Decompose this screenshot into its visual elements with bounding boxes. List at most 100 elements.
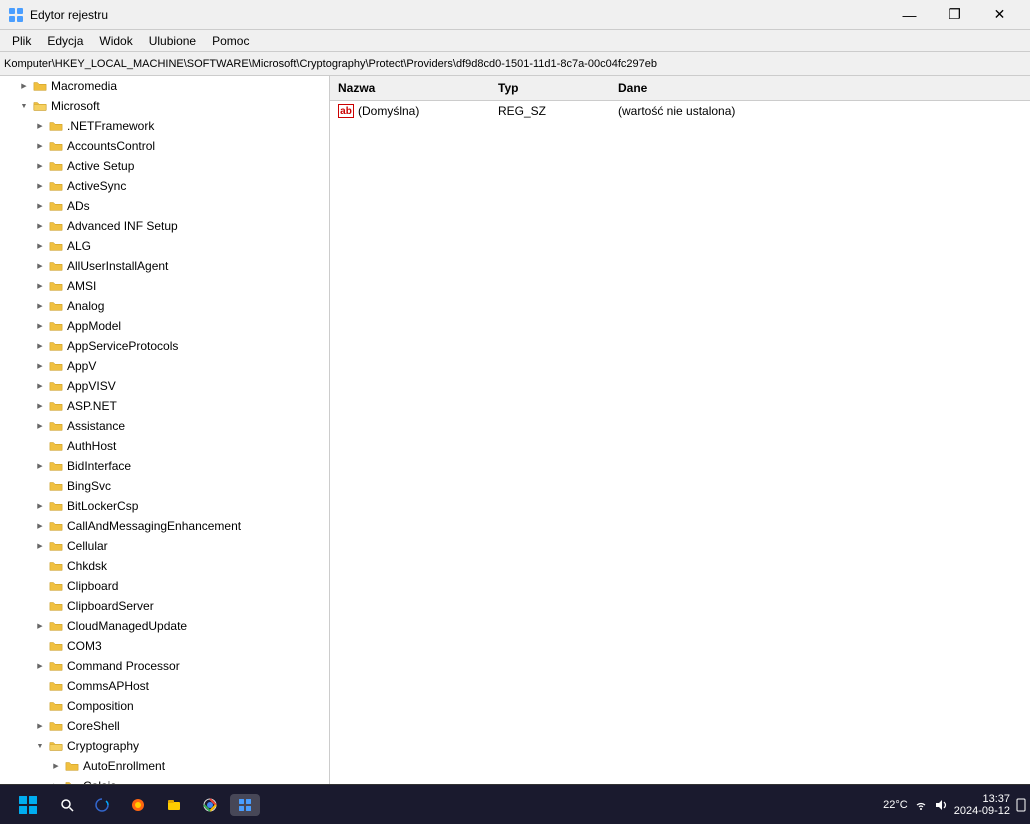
expand-btn-advanced-inf-setup[interactable] <box>32 218 48 234</box>
expand-btn-bidinterface[interactable] <box>32 458 48 474</box>
expand-btn-appvisv[interactable] <box>32 378 48 394</box>
tree-item-amsi[interactable]: AMSI <box>0 276 329 296</box>
tree-item-clipboardserver[interactable]: ClipboardServer <box>0 596 329 616</box>
expand-btn-cryptography[interactable] <box>32 738 48 754</box>
tree-item-command-processor[interactable]: Command Processor <box>0 656 329 676</box>
tree-item-callandmessagingenhancement[interactable]: CallAndMessagingEnhancement <box>0 516 329 536</box>
tree-item-appv[interactable]: AppV <box>0 356 329 376</box>
expand-btn-netframework[interactable] <box>32 118 48 134</box>
maximize-button[interactable]: ❐ <box>932 0 977 30</box>
tree-item-ads[interactable]: ADs <box>0 196 329 216</box>
tree-item-microsoft[interactable]: Microsoft <box>0 96 329 116</box>
detail-data: (wartość nie ustalona) <box>610 103 1030 119</box>
expand-btn-appv[interactable] <box>32 358 48 374</box>
minimize-button[interactable]: — <box>887 0 932 30</box>
tree-label-alluserinstallagent: AllUserInstallAgent <box>67 259 168 273</box>
tree-item-appmodel[interactable]: AppModel <box>0 316 329 336</box>
expand-btn-macromedia[interactable] <box>16 78 32 94</box>
tree-label-autoenrollment: AutoEnrollment <box>83 759 165 773</box>
menu-ulubione[interactable]: Ulubione <box>141 32 204 50</box>
tree-item-advanced-inf-setup[interactable]: Advanced INF Setup <box>0 216 329 236</box>
expand-btn-autoenrollment[interactable] <box>48 758 64 774</box>
expand-btn-active-setup[interactable] <box>32 158 48 174</box>
expand-btn-activesync[interactable] <box>32 178 48 194</box>
expand-btn-amsi[interactable] <box>32 278 48 294</box>
close-button[interactable]: ✕ <box>977 0 1022 30</box>
tree-label-analog: Analog <box>67 299 104 313</box>
start-button[interactable] <box>4 787 52 823</box>
menu-plik[interactable]: Plik <box>4 32 39 50</box>
expand-btn-analog[interactable] <box>32 298 48 314</box>
tree-item-coreshell[interactable]: CoreShell <box>0 716 329 736</box>
tree-item-autoenrollment[interactable]: AutoEnrollment <box>0 756 329 776</box>
show-desktop-icon[interactable] <box>1016 798 1026 812</box>
tree-item-commsaphost[interactable]: CommsAPHost <box>0 676 329 696</box>
col-type[interactable]: Typ <box>490 79 610 97</box>
tree-item-cryptography[interactable]: Cryptography <box>0 736 329 756</box>
taskbar-search[interactable] <box>52 794 82 816</box>
expand-btn-alg[interactable] <box>32 238 48 254</box>
tree-item-authhost[interactable]: AuthHost <box>0 436 329 456</box>
tree-label-command-processor: Command Processor <box>67 659 180 673</box>
expand-btn-microsoft[interactable] <box>16 98 32 114</box>
expand-btn-alluserinstallagent[interactable] <box>32 258 48 274</box>
taskbar-edge[interactable] <box>86 793 118 817</box>
tree-item-composition[interactable]: Composition <box>0 696 329 716</box>
expand-btn-coreshell[interactable] <box>32 718 48 734</box>
tree-item-cellular[interactable]: Cellular <box>0 536 329 556</box>
detail-header: Nazwa Typ Dane <box>330 76 1030 101</box>
expand-btn-cellular[interactable] <box>32 538 48 554</box>
expand-btn-command-processor[interactable] <box>32 658 48 674</box>
taskbar-firefox[interactable] <box>122 793 154 817</box>
tree-item-cloudmanagedupdate[interactable]: CloudManagedUpdate <box>0 616 329 636</box>
tree-item-activesync[interactable]: ActiveSync <box>0 176 329 196</box>
folder-icon-cloudmanagedupdate <box>48 618 64 634</box>
tree-item-appserviceprotocols[interactable]: AppServiceProtocols <box>0 336 329 356</box>
expand-btn-ads[interactable] <box>32 198 48 214</box>
tree-item-clipboard[interactable]: Clipboard <box>0 576 329 596</box>
expand-btn-accountscontrol[interactable] <box>32 138 48 154</box>
menu-widok[interactable]: Widok <box>91 32 140 50</box>
folder-icon-command-processor <box>48 658 64 674</box>
folder-icon-netframework <box>48 118 64 134</box>
app-icon <box>8 7 24 23</box>
tree-item-assistance[interactable]: Assistance <box>0 416 329 436</box>
taskbar-explorer[interactable] <box>158 793 190 817</box>
tree-item-alg[interactable]: ALG <box>0 236 329 256</box>
folder-icon-appv <box>48 358 64 374</box>
tree-item-bingsvc[interactable]: BingSvc <box>0 476 329 496</box>
expand-btn-asp-net[interactable] <box>32 398 48 414</box>
tree-item-asp-net[interactable]: ASP.NET <box>0 396 329 416</box>
tree-label-cellular: Cellular <box>67 539 108 553</box>
expand-btn-callandmessagingenhancement[interactable] <box>32 518 48 534</box>
col-data[interactable]: Dane <box>610 79 1030 97</box>
col-name[interactable]: Nazwa <box>330 79 490 97</box>
detail-name: ab (Domyślna) <box>330 103 490 119</box>
folder-icon-assistance <box>48 418 64 434</box>
folder-icon-activesync <box>48 178 64 194</box>
volume-icon <box>934 798 948 812</box>
menu-pomoc[interactable]: Pomoc <box>204 32 257 50</box>
expand-btn-appserviceprotocols[interactable] <box>32 338 48 354</box>
taskbar-chrome[interactable] <box>194 793 226 817</box>
taskbar-registry[interactable] <box>230 794 260 816</box>
tree-item-calais[interactable]: Calais <box>0 776 329 784</box>
tree-item-active-setup[interactable]: Active Setup <box>0 156 329 176</box>
tree-item-appvisv[interactable]: AppVISV <box>0 376 329 396</box>
expand-btn-assistance[interactable] <box>32 418 48 434</box>
tree-item-macromedia[interactable]: Macromedia <box>0 76 329 96</box>
tree-item-bidinterface[interactable]: BidInterface <box>0 456 329 476</box>
folder-icon-appserviceprotocols <box>48 338 64 354</box>
tree-item-accountscontrol[interactable]: AccountsControl <box>0 136 329 156</box>
tree-item-netframework[interactable]: .NETFramework <box>0 116 329 136</box>
expand-btn-appmodel[interactable] <box>32 318 48 334</box>
menu-edycja[interactable]: Edycja <box>39 32 91 50</box>
expand-btn-bitlockercsp[interactable] <box>32 498 48 514</box>
tree-item-bitlockercsp[interactable]: BitLockerCsp <box>0 496 329 516</box>
tree-item-analog[interactable]: Analog <box>0 296 329 316</box>
tree-item-chkdsk[interactable]: Chkdsk <box>0 556 329 576</box>
tree-item-com3[interactable]: COM3 <box>0 636 329 656</box>
detail-row[interactable]: ab (Domyślna) REG_SZ (wartość nie ustalo… <box>330 101 1030 121</box>
tree-item-alluserinstallagent[interactable]: AllUserInstallAgent <box>0 256 329 276</box>
expand-btn-cloudmanagedupdate[interactable] <box>32 618 48 634</box>
